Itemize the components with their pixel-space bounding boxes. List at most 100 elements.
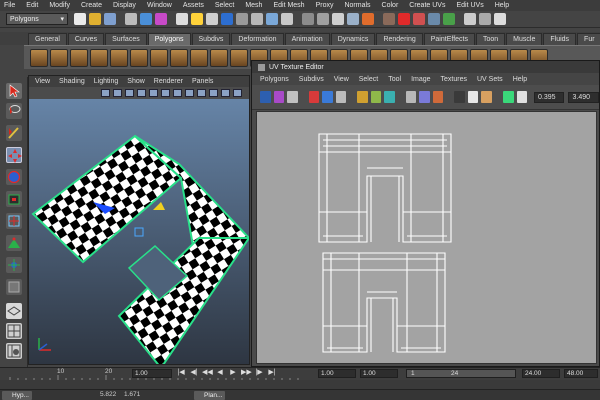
smooth-shade-icon[interactable] — [161, 89, 170, 97]
select-tool-icon[interactable] — [6, 83, 22, 99]
tab-animation[interactable]: Animation — [284, 33, 330, 45]
tab-muscle[interactable]: Muscle — [506, 33, 543, 45]
menu-edit-mesh[interactable]: Edit Mesh — [273, 2, 304, 9]
uv-canvas[interactable] — [256, 111, 597, 364]
tab-general[interactable]: General — [28, 33, 67, 45]
mask-dynamics-icon[interactable] — [251, 13, 263, 25]
tab-subdivs[interactable]: Subdivs — [191, 33, 231, 45]
viewport-menu-shading[interactable]: Shading — [59, 78, 85, 85]
textured-icon[interactable] — [173, 89, 182, 97]
tab-fluids[interactable]: Fluids — [543, 33, 577, 45]
poly-pyramid-icon[interactable] — [170, 48, 188, 67]
uv-align-icon[interactable] — [432, 91, 444, 103]
menu-color[interactable]: Color — [382, 2, 399, 9]
mask-deformations-icon[interactable] — [236, 13, 248, 25]
hypershade-icon[interactable] — [443, 13, 455, 25]
resolution-gate-icon[interactable] — [233, 89, 242, 97]
range-end-inner-field[interactable]: 24.00 — [522, 369, 560, 378]
bookmark-icon[interactable] — [125, 89, 134, 97]
poly-combine-icon[interactable] — [230, 48, 248, 67]
menu-modify[interactable]: Modify — [49, 2, 70, 9]
lights-icon[interactable] — [185, 89, 194, 97]
uv-shell-top[interactable] — [318, 133, 452, 243]
mask-rendering-icon[interactable] — [266, 13, 278, 25]
range-start-inner-field[interactable]: 1.00 — [360, 369, 398, 378]
make-live-icon[interactable] — [362, 13, 374, 25]
select-object-icon[interactable] — [140, 13, 152, 25]
menu-assets[interactable]: Assets — [183, 2, 204, 9]
current-frame-field[interactable]: 1.00 — [132, 369, 172, 378]
tab-surfaces[interactable]: Surfaces — [105, 33, 147, 45]
xray-icon[interactable] — [221, 89, 230, 97]
tab-dynamics[interactable]: Dynamics — [330, 33, 376, 45]
save-scene-icon[interactable] — [104, 13, 116, 25]
range-slider[interactable]: 1 24 — [406, 369, 516, 378]
menu-select[interactable]: Select — [215, 2, 234, 9]
uv-menu-help[interactable]: Help — [513, 76, 527, 83]
snap-curve-icon[interactable] — [317, 13, 329, 25]
menu-edit[interactable]: Edit — [26, 2, 38, 9]
poly-cube-icon[interactable] — [50, 48, 68, 67]
uv-shell-bottom[interactable] — [322, 252, 446, 353]
taskbar-hypershade-button[interactable]: Hyp... — [2, 391, 32, 400]
play-backwards-button[interactable]: ◀ — [215, 368, 225, 378]
uv-flip-u-icon[interactable] — [308, 91, 320, 103]
uv-exposure-field[interactable]: 0.395 — [534, 91, 565, 103]
mask-surfaces-icon[interactable] — [221, 13, 233, 25]
viewport-menu-renderer[interactable]: Renderer — [154, 78, 183, 85]
tab-curves[interactable]: Curves — [67, 33, 105, 45]
uv-unfold-icon[interactable] — [405, 91, 417, 103]
paint-select-tool-icon[interactable] — [6, 125, 22, 141]
step-forward-frame-button[interactable]: ▶▶ — [241, 368, 252, 378]
history-icon[interactable] — [383, 13, 395, 25]
rotate-tool-icon[interactable] — [6, 169, 22, 185]
range-start-field[interactable]: 1.00 — [318, 369, 356, 378]
snap-grid-icon[interactable] — [302, 13, 314, 25]
channel-box-icon[interactable] — [494, 13, 506, 25]
poly-cylinder-icon[interactable] — [70, 48, 88, 67]
four-view-layout-icon[interactable] — [6, 323, 22, 339]
tab-polygons[interactable]: Polygons — [147, 33, 191, 45]
uv-menu-tool[interactable]: Tool — [388, 76, 401, 83]
poly-plane-icon[interactable] — [110, 48, 128, 67]
uv-editor-titlebar[interactable]: UV Texture Editor — [252, 61, 599, 73]
viewport-menu-lighting[interactable]: Lighting — [94, 78, 119, 85]
viewport-menu-show[interactable]: Show — [127, 78, 145, 85]
open-scene-icon[interactable] — [89, 13, 101, 25]
tool-settings-icon[interactable] — [479, 13, 491, 25]
new-scene-icon[interactable] — [74, 13, 86, 25]
mask-misc-icon[interactable] — [281, 13, 293, 25]
mask-joints-icon[interactable] — [191, 13, 203, 25]
uv-flip-v-icon[interactable] — [322, 91, 333, 103]
step-back-key-button[interactable]: ◀| — [189, 368, 199, 378]
uv-shaded-icon[interactable] — [481, 91, 492, 103]
uv-checker-icon[interactable] — [467, 91, 479, 103]
mesh-lower-arm[interactable] — [117, 237, 249, 365]
uv-display-image-icon[interactable] — [273, 91, 285, 103]
uv-menu-subdivs[interactable]: Subdivs — [299, 76, 324, 83]
poly-pipe-icon[interactable] — [190, 48, 208, 67]
pivot-marker-icon[interactable] — [134, 227, 144, 237]
shadows-icon[interactable] — [197, 89, 206, 97]
uv-isolate-icon[interactable] — [287, 91, 298, 103]
menu-proxy[interactable]: Proxy — [316, 2, 334, 9]
poly-torus-icon[interactable] — [130, 48, 148, 67]
tab-fur[interactable]: Fur — [577, 33, 600, 45]
menu-edit-uvs[interactable]: Edit UVs — [456, 2, 483, 9]
lasso-tool-icon[interactable] — [6, 103, 22, 119]
uv-move-sew-icon[interactable] — [384, 91, 395, 103]
step-back-frame-button[interactable]: ◀◀ — [202, 368, 213, 378]
manipulator-handle-icon[interactable] — [153, 202, 165, 210]
uv-layout-icon[interactable] — [419, 91, 430, 103]
scale-tool-icon[interactable] — [6, 191, 22, 207]
snap-point-icon[interactable] — [332, 13, 344, 25]
uv-sew-icon[interactable] — [370, 91, 382, 103]
uv-pixel-snap-icon[interactable] — [502, 91, 514, 103]
poly-helix-icon[interactable] — [210, 48, 228, 67]
mask-curves-icon[interactable] — [206, 13, 218, 25]
mask-handles-icon[interactable] — [176, 13, 188, 25]
checker-mesh[interactable] — [29, 98, 250, 365]
camera-attributes-icon[interactable] — [101, 89, 110, 97]
menu-create-uvs[interactable]: Create UVs — [409, 2, 445, 9]
isolate-select-icon[interactable] — [209, 89, 218, 97]
